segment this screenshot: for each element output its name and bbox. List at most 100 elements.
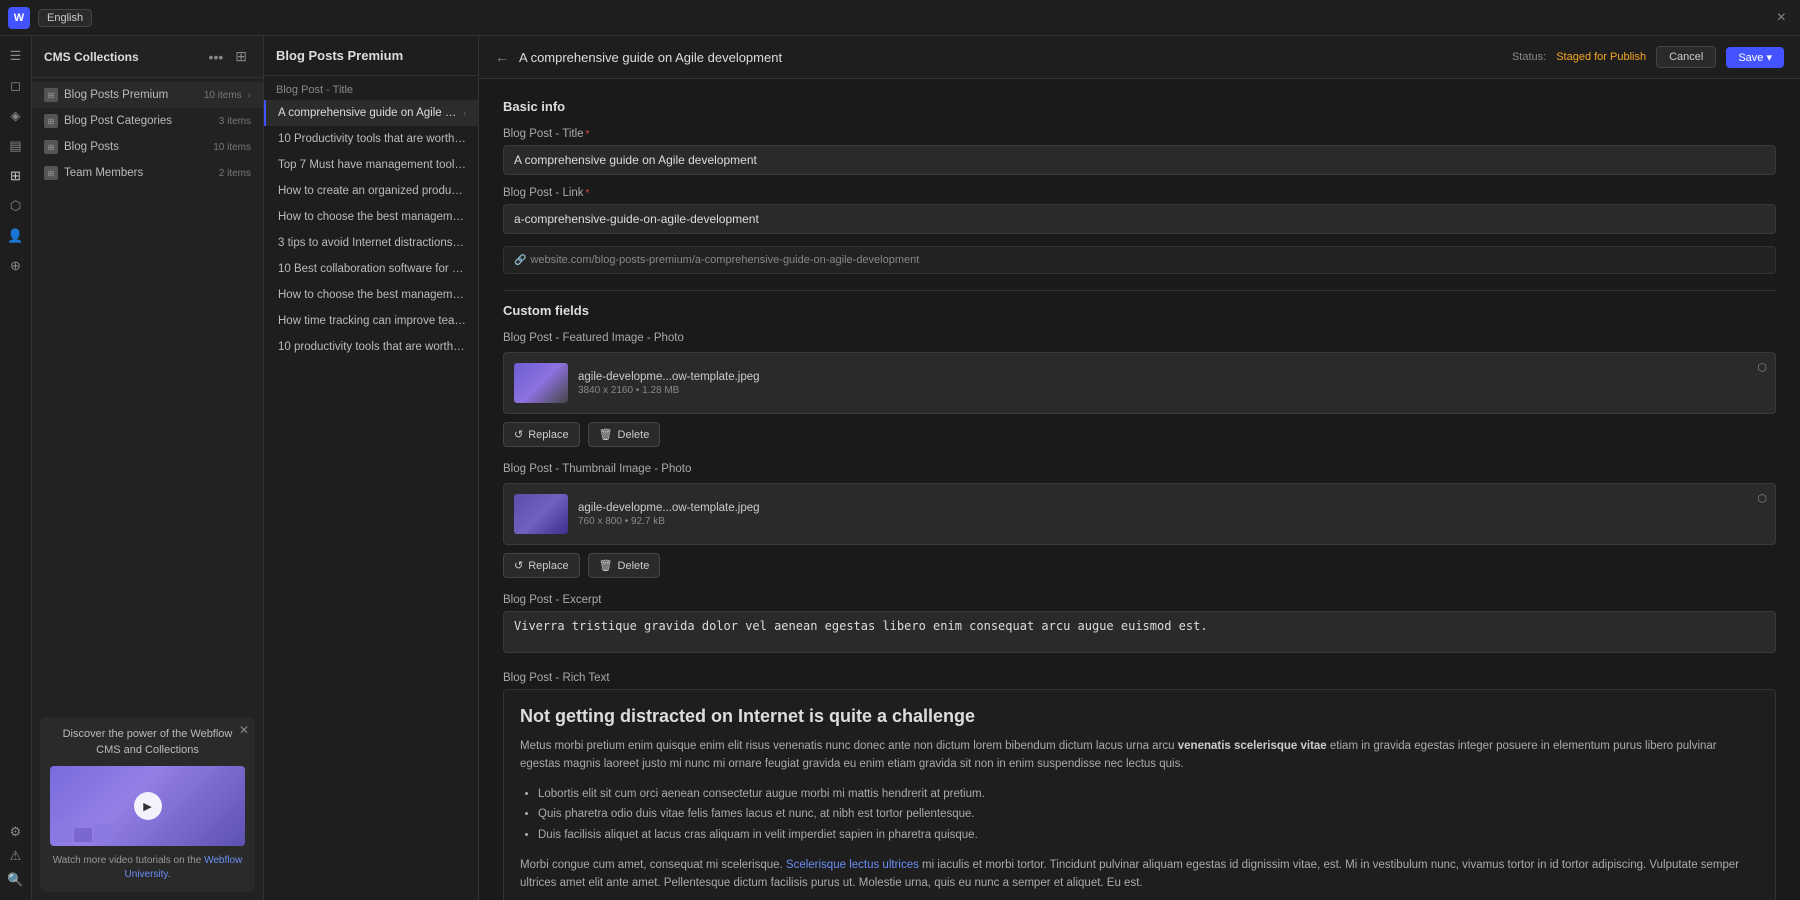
replace-icon-2: ↺ <box>514 559 523 572</box>
thumbnail-image-filename: agile-developme...ow-template.jpeg <box>578 502 1765 514</box>
post-list-item[interactable]: How to choose the best management... <box>264 282 478 308</box>
cms-collection-item[interactable]: ⊞ Blog Posts 10 items <box>32 134 263 160</box>
cms-collection-list: ⊞ Blog Posts Premium 10 items › ⊞ Blog P… <box>32 78 263 709</box>
thumbnail-image-expand-icon[interactable]: ⬡ <box>1757 492 1767 505</box>
detail-panel: ← A comprehensive guide on Agile develop… <box>479 36 1800 900</box>
topbar-actions: × <box>1771 7 1792 29</box>
post-item-text: Top 7 Must have management tools f... <box>278 159 466 171</box>
rich-text-list-item: Quis pharetra odio duis vitae felis fame… <box>538 804 1759 825</box>
sidebar-warning-icon[interactable]: ⚠ <box>4 844 28 868</box>
tutorial-video[interactable]: ▶ <box>50 766 245 846</box>
post-item-text: How to choose the best management... <box>278 289 466 301</box>
sidebar-search-icon[interactable]: 🔍 <box>4 868 28 892</box>
featured-image-thumb <box>514 363 568 403</box>
status-value[interactable]: Staged for Publish <box>1556 51 1646 63</box>
sidebar-cms-icon[interactable]: ⊞ <box>4 164 28 188</box>
language-selector[interactable]: English <box>38 9 92 27</box>
posts-panel-header: Blog Posts Premium <box>264 36 478 76</box>
collection-icon: ⊞ <box>44 166 58 180</box>
featured-image-label: Blog Post - Featured Image - Photo <box>503 332 1776 344</box>
featured-image-delete-button[interactable]: 🗑 Delete <box>588 422 661 447</box>
title-input[interactable] <box>503 145 1776 175</box>
basic-info-title: Basic info <box>503 99 1776 114</box>
play-button[interactable]: ▶ <box>134 792 162 820</box>
save-button[interactable]: Save ▾ <box>1726 47 1784 68</box>
sidebar-ecomm-icon[interactable]: ⬡ <box>4 194 28 218</box>
rich-text-paragraph1: Metus morbi pretium enim quisque enim el… <box>520 737 1759 774</box>
rich-text-paragraph2: Morbi congue cum amet, consequat mi scel… <box>520 856 1759 893</box>
rich-text-heading: Not getting distracted on Internet is qu… <box>520 706 1759 727</box>
collection-icon: ⊞ <box>44 140 58 154</box>
tutorial-title: Discover the power of the Webflow CMS an… <box>50 727 245 758</box>
rich-text-link[interactable]: Scelerisque lectus ultrices <box>786 859 919 871</box>
post-list-item[interactable]: A comprehensive guide on Agile deve... › <box>264 100 478 126</box>
sidebar-settings-icon[interactable]: ⚙ <box>4 820 28 844</box>
sidebar-apps-icon[interactable]: ⊕ <box>4 254 28 278</box>
thumbnail-image-replace-button[interactable]: ↺ Replace <box>503 553 580 578</box>
sidebar-members-icon[interactable]: 👤 <box>4 224 28 248</box>
cms-add-button[interactable]: ⊞ <box>231 46 251 67</box>
detail-content: Basic info Blog Post - Title * Blog Post… <box>479 79 1800 900</box>
title-required-marker: * <box>586 129 590 140</box>
post-list-item[interactable]: 10 Productivity tools that are worth c..… <box>264 126 478 152</box>
collection-count: 10 items <box>204 90 242 101</box>
post-item-text: 3 tips to avoid Internet distractions at… <box>278 237 466 249</box>
divider <box>503 290 1776 291</box>
sidebar-assets-icon[interactable]: ▤ <box>4 134 28 158</box>
post-list-item[interactable]: 3 tips to avoid Internet distractions at… <box>264 230 478 256</box>
collection-count: 2 items <box>219 168 251 179</box>
close-button[interactable]: × <box>1771 7 1792 29</box>
cms-panel-header: CMS Collections ••• ⊞ <box>32 36 263 78</box>
link-required-marker: * <box>586 188 590 199</box>
featured-image-card: agile-developme...ow-template.jpeg 3840 … <box>503 352 1776 414</box>
collection-icon: ⊞ <box>44 114 58 128</box>
sidebar-styles-icon[interactable]: ◈ <box>4 104 28 128</box>
webflow-logo: W <box>8 7 30 29</box>
post-list-item[interactable]: How to create an organized productiv... <box>264 178 478 204</box>
cms-collection-item[interactable]: ⊞ Blog Post Categories 3 items <box>32 108 263 134</box>
collection-name: Blog Posts Premium <box>64 89 198 101</box>
cancel-button[interactable]: Cancel <box>1656 46 1716 68</box>
rich-text-list-item: Duis facilisis aliquet at lacus cras ali… <box>538 825 1759 846</box>
thumbnail-image-delete-button[interactable]: 🗑 Delete <box>588 553 661 578</box>
delete-icon: 🗑 <box>599 428 613 441</box>
featured-image-info: agile-developme...ow-template.jpeg 3840 … <box>578 371 1765 396</box>
featured-image-replace-button[interactable]: ↺ Replace <box>503 422 580 447</box>
collection-name: Team Members <box>64 167 213 179</box>
replace-icon: ↺ <box>514 428 523 441</box>
post-list-item[interactable]: 10 Best collaboration software for you..… <box>264 256 478 282</box>
back-button[interactable]: ← <box>495 49 509 65</box>
detail-header: ← A comprehensive guide on Agile develop… <box>479 36 1800 79</box>
title-field-label: Blog Post - Title * <box>503 128 1776 140</box>
rich-text-container: Not getting distracted on Internet is qu… <box>503 689 1776 900</box>
cms-collection-item[interactable]: ⊞ Blog Posts Premium 10 items › <box>32 82 263 108</box>
posts-list: Blog Post - Title A comprehensive guide … <box>264 76 478 900</box>
posts-list-section-header: Blog Post - Title <box>264 76 478 100</box>
icon-sidebar-bottom: ⚙ ⚠ 🔍 <box>4 820 28 892</box>
bold-text: venenatis scelerisque vitae <box>1178 740 1327 752</box>
post-list-item[interactable]: Top 7 Must have management tools f... <box>264 152 478 178</box>
sidebar-pages-icon[interactable]: ☰ <box>4 44 28 68</box>
cms-collection-item[interactable]: ⊞ Team Members 2 items <box>32 160 263 186</box>
post-list-item[interactable]: How to choose the best management... <box>264 204 478 230</box>
status-label: Status: <box>1512 51 1546 63</box>
thumbnail-image-actions: ↺ Replace 🗑 Delete <box>503 553 1776 578</box>
main-layout: ☰ ◻ ◈ ▤ ⊞ ⬡ 👤 ⊕ ⚙ ⚠ 🔍 CMS Collections ••… <box>0 36 1800 900</box>
link-input[interactable] <box>503 204 1776 234</box>
tutorial-close-button[interactable]: ✕ <box>239 723 249 737</box>
post-list-item[interactable]: How time tracking can improve team ... <box>264 308 478 334</box>
collection-chevron-icon: › <box>248 90 251 101</box>
featured-image-expand-icon[interactable]: ⬡ <box>1757 361 1767 374</box>
excerpt-input[interactable]: Viverra tristique gravida dolor vel aene… <box>503 611 1776 653</box>
tutorial-card: ✕ Discover the power of the Webflow CMS … <box>40 717 255 892</box>
post-item-text: 10 Productivity tools that are worth c..… <box>278 133 466 145</box>
posts-panel: Blog Posts Premium Blog Post - Title A c… <box>264 36 479 900</box>
post-item-text: A comprehensive guide on Agile deve... <box>278 107 459 119</box>
collection-count: 3 items <box>219 116 251 127</box>
post-item-text: How to create an organized productiv... <box>278 185 466 197</box>
post-list-item[interactable]: 10 productivity tools that are worth c..… <box>264 334 478 360</box>
cms-more-button[interactable]: ••• <box>205 47 228 67</box>
post-chevron-icon: › <box>463 108 466 118</box>
collection-name: Blog Post Categories <box>64 115 213 127</box>
sidebar-components-icon[interactable]: ◻ <box>4 74 28 98</box>
